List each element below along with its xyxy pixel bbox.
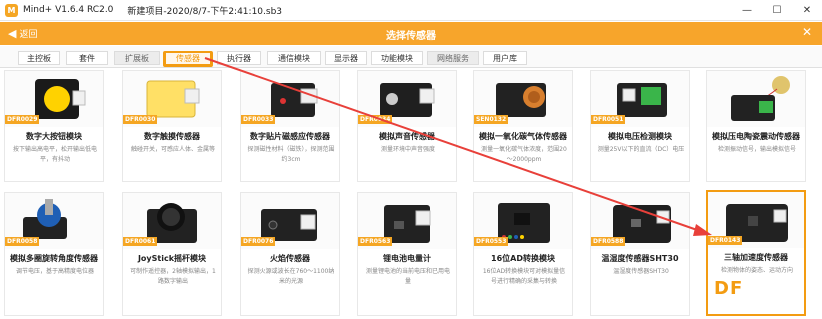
- annotation-arrow: [204, 57, 712, 236]
